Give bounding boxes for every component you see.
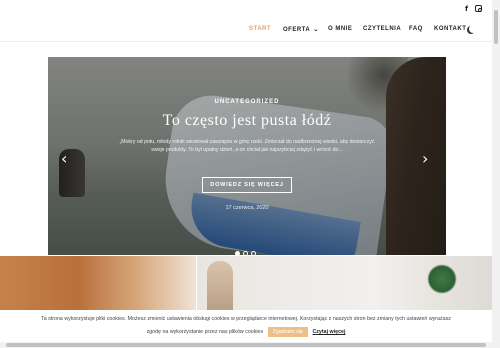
- nav-item-o-mnie[interactable]: O MNIE: [328, 26, 352, 32]
- cookie-banner: Ta strona wykorzystuje pliki cookies. Mo…: [0, 310, 492, 344]
- instagram-icon[interactable]: [475, 5, 482, 12]
- post-category[interactable]: UNCATEGORIZED: [48, 99, 446, 105]
- post-excerpt: „Mokry od potu, młody rolnik wiosłował z…: [119, 139, 375, 154]
- nav-item-start[interactable]: START: [249, 26, 271, 32]
- thumbnail-plant: [427, 264, 457, 294]
- cookie-text-continued: zgodę na wykorzystanie przez nas plików …: [146, 329, 264, 335]
- cookie-read-more-link[interactable]: Czytaj więcej: [312, 329, 345, 335]
- nav-item-kontakt[interactable]: KONTAKT: [434, 26, 466, 32]
- post-thumbnails: [0, 256, 492, 316]
- thumbnail-hair[interactable]: [0, 256, 196, 316]
- nav-item-czytelnia[interactable]: CZYTELNIA: [363, 26, 401, 32]
- vertical-scroll-thumb[interactable]: [494, 10, 498, 44]
- chevron-down-icon: ⌄: [313, 27, 319, 33]
- slider-prev-icon[interactable]: ‹: [61, 149, 67, 168]
- facebook-icon[interactable]: f: [465, 5, 468, 13]
- top-bar: f: [0, 0, 492, 18]
- post-title[interactable]: To często jest pusta łódź: [48, 112, 446, 130]
- cookie-text: Ta strona wykorzystuje pliki cookies. Mo…: [41, 316, 451, 322]
- main-navigation: START OFERTA ⌄ O MNIE CZYTELNIA FAQ KONTA…: [0, 18, 492, 42]
- nav-item-faq[interactable]: FAQ: [409, 26, 423, 32]
- slider-next-icon[interactable]: ›: [422, 149, 428, 168]
- nav-item-oferta-label: OFERTA: [283, 27, 311, 33]
- vertical-scrollbar[interactable]: [492, 0, 500, 348]
- thumbnail-room[interactable]: [197, 256, 492, 316]
- read-more-button[interactable]: DOWIEDZ SIĘ WIĘCEJ: [202, 177, 292, 193]
- thumbnail-figure: [207, 261, 233, 316]
- nav-item-oferta[interactable]: OFERTA ⌄: [283, 26, 319, 33]
- post-date: 17 czerwca, 2020: [225, 205, 269, 211]
- horizontal-scroll-thumb[interactable]: [6, 343, 486, 347]
- cookie-actions: zgodę na wykorzystanie przez nas plików …: [0, 327, 492, 337]
- slide-content: UNCATEGORIZED To często jest pusta łódź …: [48, 57, 446, 256]
- moon-icon[interactable]: [469, 25, 477, 33]
- horizontal-scrollbar[interactable]: [0, 342, 492, 348]
- cookie-accept-button[interactable]: Zgadzam się: [267, 327, 308, 337]
